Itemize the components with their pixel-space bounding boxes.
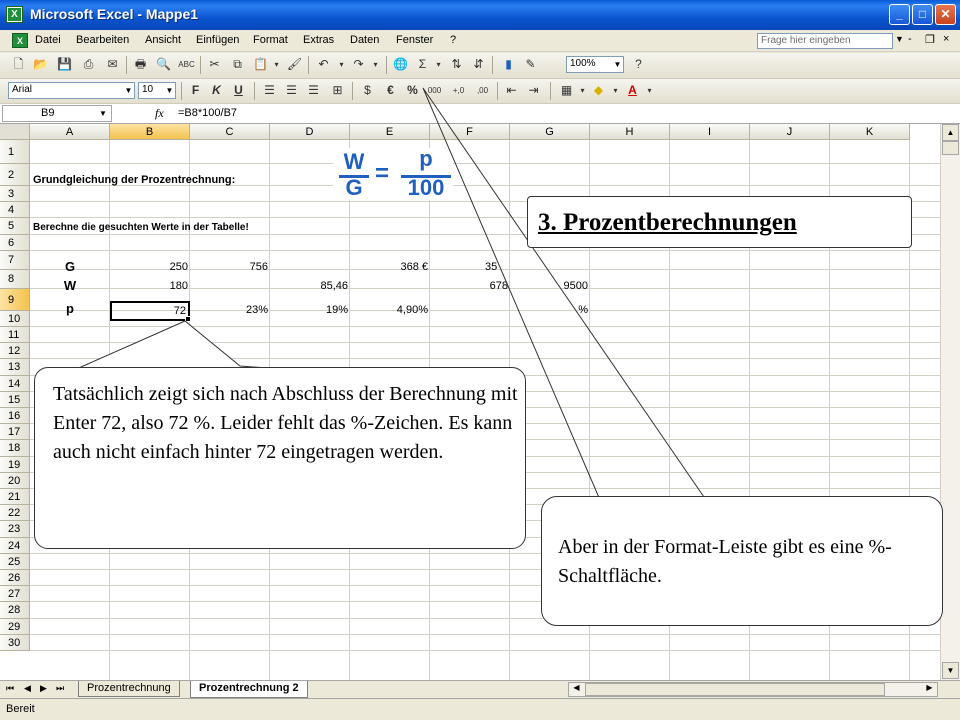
right-callout-text: Aber in der Format-Leiste gibt es eine %… <box>558 536 892 587</box>
left-callout: Tatsächlich zeigt sich nach Abschluss de… <box>34 367 526 549</box>
slide-title: 3. Prozentberechnungen <box>538 209 797 236</box>
slide-title-box: 3. Prozentberechnungen <box>527 196 912 248</box>
right-callout: Aber in der Format-Leiste gibt es eine %… <box>541 496 943 626</box>
left-callout-text: Tatsächlich zeigt sich nach Abschluss de… <box>53 383 518 463</box>
